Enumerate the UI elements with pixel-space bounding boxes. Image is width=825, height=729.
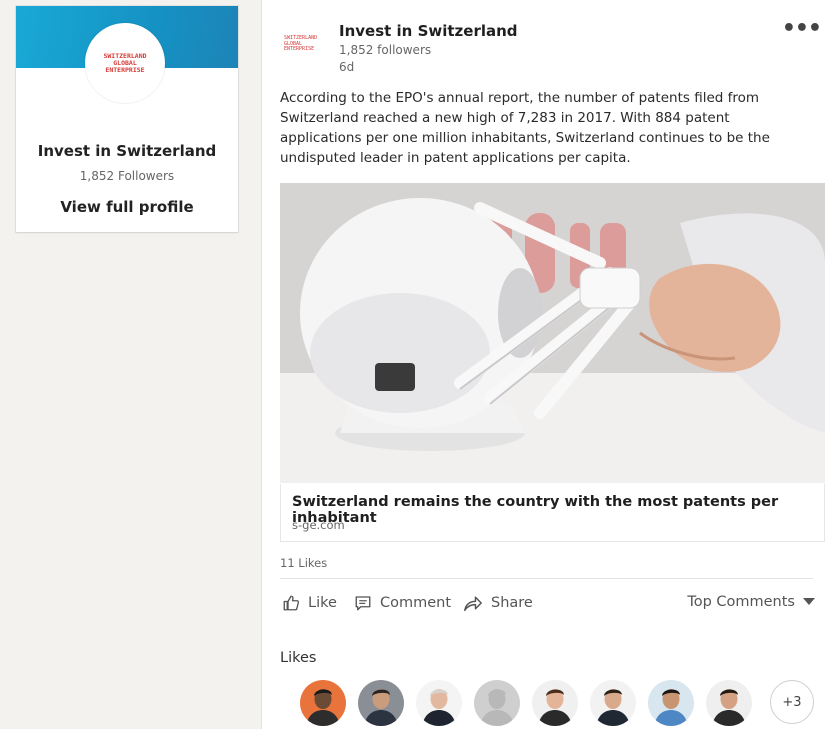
- avatar[interactable]: [648, 680, 694, 726]
- avatar[interactable]: [706, 680, 752, 726]
- profile-card: SWITZERLAND GLOBAL ENTERPRISE Invest in …: [16, 6, 238, 232]
- profile-followers: 1,852 Followers: [79, 169, 175, 183]
- share-label: Share: [491, 595, 533, 611]
- robot-arm-photo: [280, 183, 825, 483]
- comment-button[interactable]: Comment: [354, 594, 451, 612]
- logo-text-line: ENTERPRISE: [105, 65, 145, 74]
- article-source: s-ge.com: [292, 518, 345, 532]
- post-author-followers: 1,852 followers: [339, 43, 432, 57]
- caret-down-icon: [803, 598, 815, 605]
- share-arrow-icon: [464, 596, 482, 612]
- more-likers-button[interactable]: +3: [770, 680, 814, 724]
- avatar[interactable]: [532, 680, 578, 726]
- more-options-icon[interactable]: •••: [782, 16, 822, 41]
- avatar[interactable]: [474, 680, 520, 726]
- post-timestamp: 6d: [339, 60, 355, 74]
- view-full-profile-link[interactable]: View full profile: [16, 198, 238, 216]
- share-button[interactable]: Share: [463, 594, 533, 612]
- post-author-name[interactable]: Invest in Switzerland: [339, 22, 518, 40]
- avatar[interactable]: [590, 680, 636, 726]
- logo-text-line: ENTERPRISE: [284, 46, 315, 52]
- article-title[interactable]: Switzerland remains the country with the…: [292, 494, 825, 526]
- like-button[interactable]: Like: [282, 594, 337, 612]
- likes-heading: Likes: [280, 650, 317, 666]
- divider: [280, 578, 813, 579]
- post-body-text: According to the EPO's annual report, th…: [280, 90, 770, 166]
- like-label: Like: [308, 595, 337, 611]
- avatar[interactable]: [300, 680, 346, 726]
- article-image[interactable]: [280, 183, 825, 483]
- post-card: SWITZERLAND GLOBAL ENTERPRISE Invest in …: [262, 0, 825, 729]
- top-comments-sort-dropdown[interactable]: Top Comments: [687, 594, 815, 610]
- avatar[interactable]: [416, 680, 462, 726]
- comment-icon: [355, 596, 371, 611]
- comment-label: Comment: [380, 595, 452, 611]
- sort-label: Top Comments: [687, 594, 795, 610]
- avatar[interactable]: [358, 680, 404, 726]
- thumbs-up-icon: [283, 595, 300, 611]
- post-author-logo[interactable]: SWITZERLAND GLOBAL ENTERPRISE: [284, 35, 332, 58]
- company-logo[interactable]: SWITZERLAND GLOBAL ENTERPRISE: [88, 26, 162, 100]
- profile-name[interactable]: Invest in Switzerland: [16, 142, 238, 160]
- likes-count[interactable]: 11 Likes: [280, 556, 327, 570]
